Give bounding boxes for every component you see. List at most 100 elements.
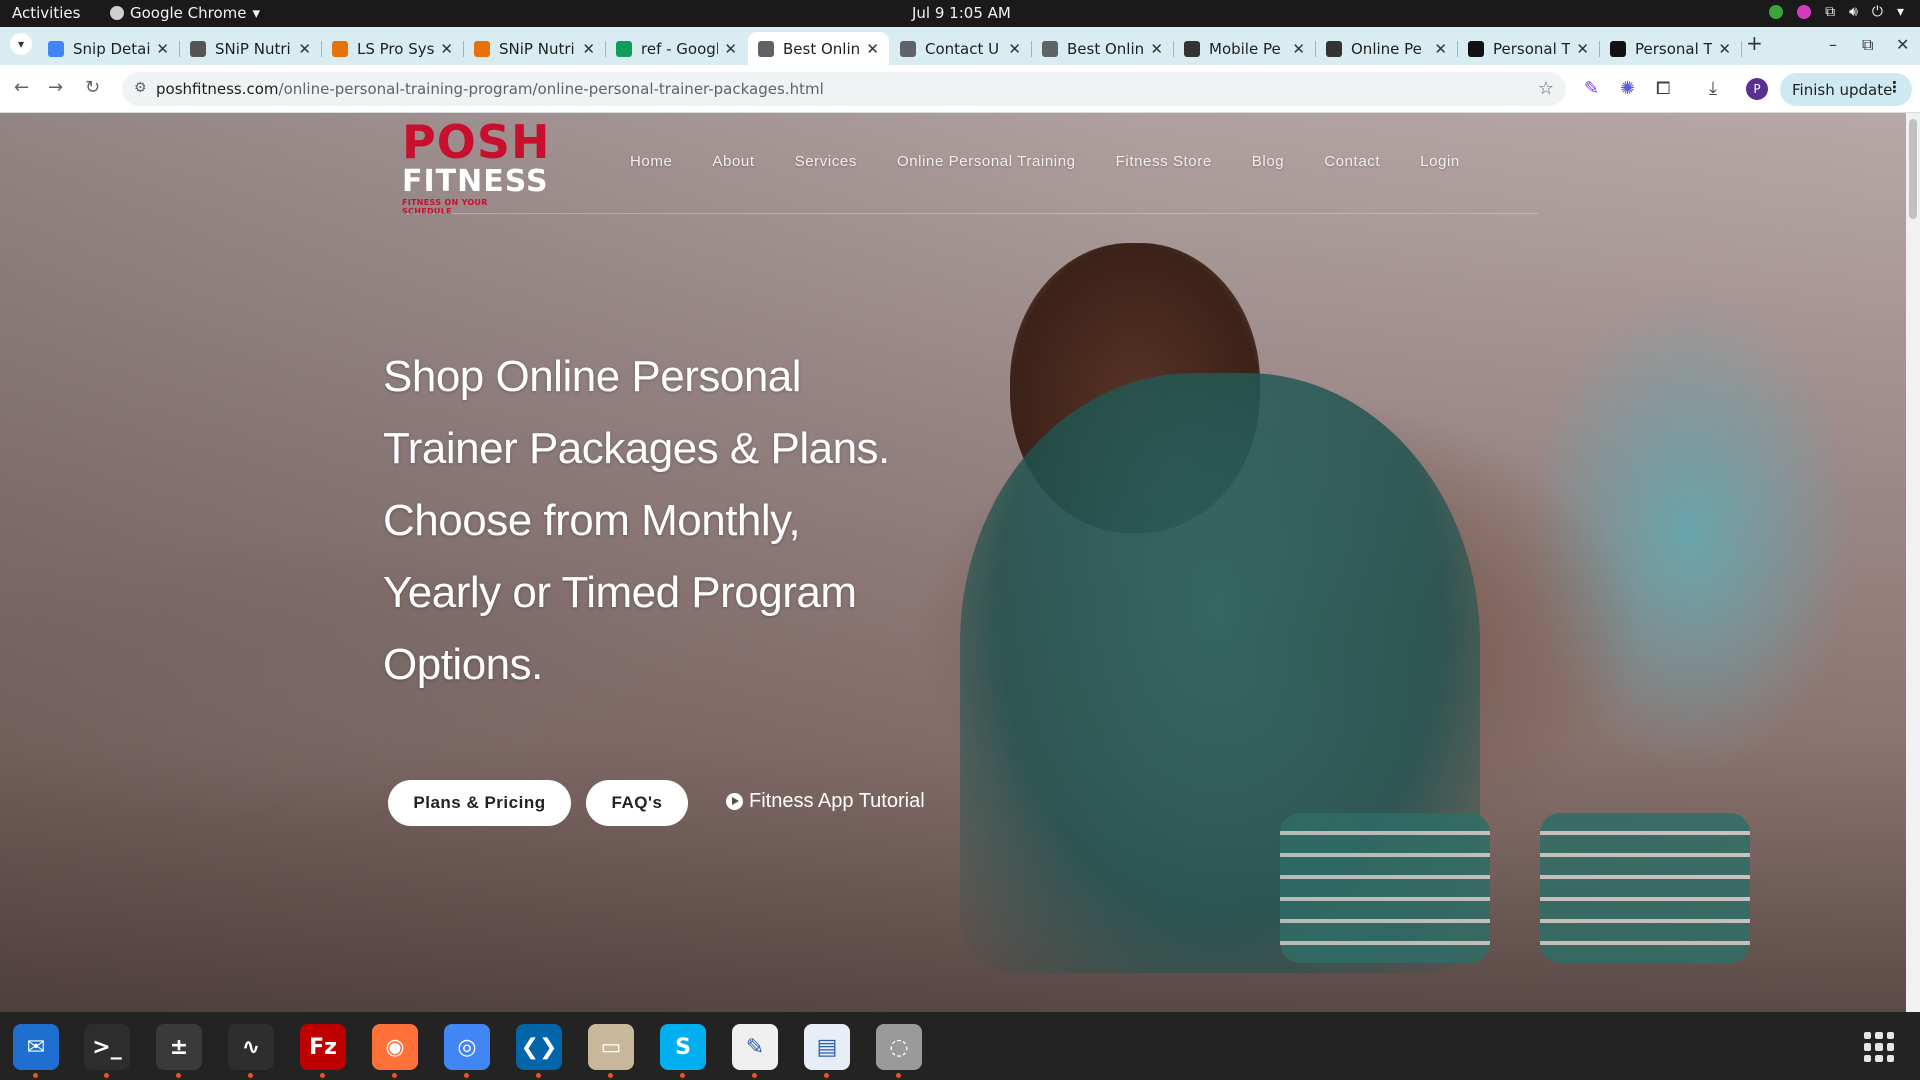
firefox-icon[interactable]: ◉ bbox=[372, 1024, 418, 1070]
back-icon[interactable]: ← bbox=[14, 77, 29, 98]
globe-icon bbox=[1042, 40, 1058, 57]
more-vert-icon: ⋮ bbox=[1887, 78, 1902, 96]
tab[interactable]: LS Pro Sys ✕ bbox=[322, 32, 463, 65]
plans-pricing-button[interactable]: Plans & Pricing bbox=[388, 780, 571, 826]
tab-close-icon[interactable]: ✕ bbox=[1292, 40, 1305, 58]
tab-search-button[interactable]: ▾ bbox=[10, 33, 32, 55]
tab-close-icon[interactable]: ✕ bbox=[866, 40, 879, 58]
clock[interactable]: Jul 9 1:05 AM bbox=[912, 4, 1011, 22]
tab[interactable]: Personal T ✕ bbox=[1458, 32, 1599, 65]
nav-divider bbox=[402, 213, 1538, 214]
profile-avatar[interactable]: P bbox=[1746, 78, 1768, 100]
globe-icon bbox=[900, 40, 916, 57]
system-top-bar: Activities Google Chrome ▾ Jul 9 1:05 AM… bbox=[0, 0, 1920, 27]
filezilla-icon[interactable]: Fz bbox=[300, 1024, 346, 1070]
system-monitor-icon[interactable]: ∿ bbox=[228, 1024, 274, 1070]
system-tray[interactable]: ⧉ 🔊︎ ⏻ ▾ bbox=[1769, 4, 1904, 20]
ls-icon bbox=[332, 40, 348, 57]
calculator-icon[interactable]: ± bbox=[156, 1024, 202, 1070]
tab-close-icon[interactable]: ✕ bbox=[298, 40, 311, 58]
tab-close-icon[interactable]: ✕ bbox=[156, 40, 169, 58]
reload-icon[interactable]: ↻ bbox=[85, 77, 100, 98]
tab-close-icon[interactable]: ✕ bbox=[1008, 40, 1021, 58]
close-window-button[interactable]: ✕ bbox=[1896, 35, 1909, 54]
tab-close-icon[interactable]: ✕ bbox=[724, 40, 737, 58]
logo-fitness: FITNESS bbox=[402, 164, 549, 199]
disk-icon[interactable]: ◌ bbox=[876, 1024, 922, 1070]
app-menu[interactable]: Google Chrome ▾ bbox=[110, 4, 260, 22]
minimize-button[interactable]: – bbox=[1829, 35, 1837, 54]
running-indicator bbox=[752, 1073, 757, 1078]
faq-button[interactable]: FAQ's bbox=[586, 780, 688, 826]
tab[interactable]: Best Onlin ✕ bbox=[1032, 32, 1173, 65]
downloads-icon[interactable]: ⤓ bbox=[1709, 78, 1717, 99]
gear-extension-icon[interactable]: ✺ bbox=[1620, 78, 1635, 99]
show-apps-icon[interactable] bbox=[1864, 1032, 1894, 1062]
nav-fitness-store[interactable]: Fitness Store bbox=[1096, 153, 1232, 170]
activities-button[interactable]: Activities bbox=[12, 4, 80, 22]
pen-extension-icon[interactable]: ✎ bbox=[1584, 78, 1599, 99]
site-logo[interactable]: POSH FITNESS FITNESS ON YOUR SCHEDULE bbox=[402, 118, 549, 216]
page-scrollbar[interactable] bbox=[1906, 113, 1920, 1012]
fitness-app-tutorial-link[interactable]: Fitness App Tutorial bbox=[726, 790, 925, 813]
fs-icon bbox=[1468, 40, 1484, 57]
volume-icon[interactable]: 🔊︎ bbox=[1849, 4, 1858, 20]
tab-title: SNiP Nutri bbox=[215, 39, 291, 58]
tab-close-icon[interactable]: ✕ bbox=[440, 40, 453, 58]
tab[interactable]: SNiP Nutri ✕ bbox=[464, 32, 605, 65]
nav-about[interactable]: About bbox=[692, 153, 774, 170]
forward-icon[interactable]: → bbox=[48, 77, 63, 98]
running-indicator bbox=[392, 1073, 397, 1078]
chrome-icon[interactable]: ◎ bbox=[444, 1024, 490, 1070]
running-indicator bbox=[536, 1073, 541, 1078]
site-nav: Home About Services Online Personal Trai… bbox=[610, 153, 1480, 170]
tab-close-icon[interactable]: ✕ bbox=[1718, 40, 1731, 58]
running-indicator bbox=[608, 1073, 613, 1078]
document-viewer-icon[interactable]: ▤ bbox=[804, 1024, 850, 1070]
tab[interactable]: Online Pe ✕ bbox=[1316, 32, 1457, 65]
tab-title: SNiP Nutri bbox=[499, 39, 575, 58]
maximize-button[interactable]: ⧉ bbox=[1862, 35, 1873, 55]
nav-blog[interactable]: Blog bbox=[1232, 153, 1304, 170]
text-editor-icon[interactable]: ✎ bbox=[732, 1024, 778, 1070]
new-tab-button[interactable]: + bbox=[1746, 31, 1763, 55]
tab[interactable]: Mobile Pe ✕ bbox=[1174, 32, 1315, 65]
chrome-small-icon bbox=[110, 6, 124, 20]
tab-close-icon[interactable]: ✕ bbox=[582, 40, 595, 58]
nav-home[interactable]: Home bbox=[610, 153, 692, 170]
power-icon[interactable]: ⏻ bbox=[1872, 4, 1883, 20]
color-app-icon[interactable] bbox=[1797, 5, 1812, 19]
thunderbird-icon[interactable]: ✉ bbox=[13, 1024, 59, 1070]
tab[interactable]: Personal T ✕ bbox=[1600, 32, 1741, 65]
address-bar[interactable]: ⚙ poshfitness.com/online-personal-traini… bbox=[122, 72, 1566, 106]
terminal-icon[interactable]: >_ bbox=[84, 1024, 130, 1070]
scrollbar-thumb[interactable] bbox=[1909, 119, 1917, 219]
site-info-icon[interactable]: ⚙ bbox=[134, 80, 147, 96]
finish-update-button[interactable]: Finish update ⋮ bbox=[1780, 73, 1912, 106]
bookmark-star-icon[interactable]: ☆ bbox=[1538, 78, 1554, 99]
tab[interactable]: Best Onlin ✕ bbox=[748, 32, 889, 65]
tab-close-icon[interactable]: ✕ bbox=[1434, 40, 1447, 58]
nav-online-personal-training[interactable]: Online Personal Training bbox=[877, 153, 1096, 170]
network-icon[interactable]: ⧉ bbox=[1825, 4, 1835, 20]
tab[interactable]: Snip Detai ✕ bbox=[38, 32, 179, 65]
shield-check-icon[interactable] bbox=[1769, 5, 1784, 19]
skype-icon[interactable]: S bbox=[660, 1024, 706, 1070]
files-icon[interactable]: ▭ bbox=[588, 1024, 634, 1070]
sheets-icon bbox=[616, 40, 632, 57]
running-indicator bbox=[320, 1073, 325, 1078]
extensions-puzzle-icon[interactable]: ⧠ bbox=[1656, 78, 1670, 99]
tab-close-icon[interactable]: ✕ bbox=[1576, 40, 1589, 58]
nav-login[interactable]: Login bbox=[1400, 153, 1480, 170]
tutorial-label: Fitness App Tutorial bbox=[749, 790, 925, 812]
fs-icon bbox=[1610, 40, 1626, 57]
tab-close-icon[interactable]: ✕ bbox=[1150, 40, 1163, 58]
chevron-down-icon[interactable]: ▾ bbox=[1897, 4, 1904, 20]
tab[interactable]: SNiP Nutri ✕ bbox=[180, 32, 321, 65]
nav-contact[interactable]: Contact bbox=[1304, 153, 1400, 170]
nav-services[interactable]: Services bbox=[775, 153, 877, 170]
tab-title: Personal T bbox=[1635, 39, 1713, 58]
vscode-icon[interactable]: ❮❯ bbox=[516, 1024, 562, 1070]
tab[interactable]: ref - Googl ✕ bbox=[606, 32, 747, 65]
tab[interactable]: Contact U ✕ bbox=[890, 32, 1031, 65]
